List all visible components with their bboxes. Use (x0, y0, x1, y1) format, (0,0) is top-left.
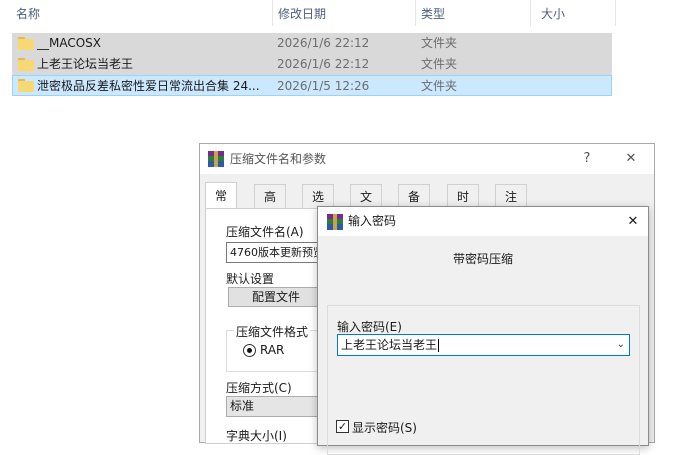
dialog-title: 压缩文件名和参数 (230, 152, 327, 166)
column-header-name[interactable]: 名称 (0, 0, 272, 28)
tab-backup[interactable]: 备份 (398, 184, 431, 228)
tab-options[interactable]: 选项 (302, 184, 335, 228)
column-header-size[interactable]: 大小 (531, 0, 615, 28)
format-rar-radio[interactable] (243, 344, 256, 357)
archive-format-label: 压缩文件格式 (234, 323, 311, 340)
tab-comment[interactable]: 注释 (495, 184, 528, 228)
dialog-title: 输入密码 (348, 214, 397, 228)
archive-name-field[interactable]: 4760版本更新预览 (226, 242, 326, 263)
enter-password-label: 输入密码(E) (337, 320, 402, 334)
file-row[interactable]: 泄密极品反差私密性爱日常流出合集 24... 2026/1/5 12:26 文件… (12, 75, 612, 96)
file-row[interactable]: 上老王论坛当老王 2026/1/6 22:12 文件夹 (12, 54, 612, 75)
show-password-checkbox[interactable]: ✓ (336, 420, 349, 433)
close-button[interactable]: ✕ (618, 207, 648, 236)
tab-general[interactable]: 常规 (205, 182, 238, 230)
folder-icon (18, 58, 34, 71)
compression-method-select[interactable]: 标准 (226, 396, 326, 417)
show-password-label: 显示密码(S) (352, 421, 417, 435)
dialog-titlebar[interactable]: 压缩文件名和参数 ? ✕ (200, 144, 654, 174)
close-button[interactable]: ✕ (616, 144, 646, 174)
column-divider[interactable] (615, 0, 616, 26)
folder-icon (18, 79, 34, 92)
archive-name-label: 压缩文件名(A) (226, 225, 304, 239)
file-type: 文件夹 (421, 57, 458, 71)
file-name: 泄密极品反差私密性爱日常流出合集 24... (37, 79, 260, 93)
tab-time[interactable]: 时间 (447, 184, 480, 228)
file-modified: 2026/1/6 22:12 (277, 36, 370, 50)
tab-advanced[interactable]: 高级 (254, 184, 287, 228)
default-settings-label: 默认设置 (226, 272, 275, 286)
file-name: 上老王论坛当老王 (37, 57, 134, 71)
dialog-heading: 带密码压缩 (452, 252, 513, 266)
format-rar-label: RAR (260, 343, 285, 357)
file-name: __MACOSX (37, 36, 102, 50)
file-row[interactable]: __MACOSX 2026/1/6 22:12 文件夹 (12, 33, 612, 54)
column-header-modified[interactable]: 修改日期 (273, 0, 415, 28)
winrar-icon (208, 151, 224, 167)
password-value: 上老王论坛当老王 (341, 338, 438, 352)
file-type: 文件夹 (421, 36, 458, 50)
enter-password-dialog: 输入密码 ✕ 带密码压缩 输入密码(E) 上老王论坛当老王 ⌄ ✓ 显示密码(S… (317, 206, 649, 455)
dialog-titlebar[interactable]: 输入密码 ✕ (318, 207, 648, 236)
password-input[interactable]: 上老王论坛当老王 ⌄ (337, 334, 630, 356)
tab-files[interactable]: 文件 (350, 184, 383, 228)
winrar-icon (327, 214, 343, 230)
column-header-type[interactable]: 类型 (416, 0, 530, 28)
text-caret (438, 339, 440, 352)
file-type: 文件夹 (421, 79, 458, 93)
chevron-down-icon[interactable]: ⌄ (617, 335, 625, 355)
help-button[interactable]: ? (572, 144, 602, 174)
folder-icon (18, 37, 34, 50)
file-modified: 2026/1/6 22:12 (277, 57, 370, 71)
compression-method-label: 压缩方式(C) (226, 381, 292, 395)
file-modified: 2026/1/5 12:26 (277, 79, 370, 93)
profiles-button[interactable]: 配置文件 (228, 287, 324, 307)
